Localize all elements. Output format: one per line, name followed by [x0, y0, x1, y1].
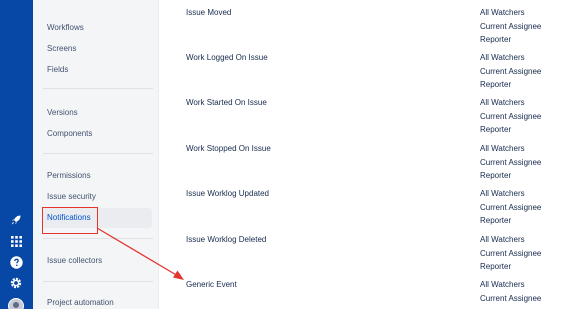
sidebar-item-permissions[interactable]: Permissions — [47, 171, 91, 181]
recipient: Reporter — [480, 80, 512, 90]
sidebar-item-screens[interactable]: Screens — [47, 44, 76, 54]
event-name: Generic Event — [186, 280, 237, 289]
project-sidebar: Workflows Screens Fields Versions Compon… — [33, 0, 159, 309]
recipient: Current Assignee — [480, 293, 542, 303]
sidebar-item-fields[interactable]: Fields — [47, 65, 68, 75]
event-name: Work Stopped On Issue — [186, 144, 271, 153]
event-recipients: All Watchers Current Assignee Reporter — [480, 8, 570, 49]
recipient: Reporter — [480, 35, 512, 45]
event-recipients: All Watchers Current Assignee Reporter — [480, 189, 570, 230]
recipient: Current Assignee — [480, 248, 542, 258]
sidebar-divider — [43, 238, 153, 239]
avatar[interactable] — [8, 298, 24, 309]
global-nav — [0, 0, 33, 309]
sidebar-divider — [43, 88, 153, 89]
event-recipients: All Watchers Current Assignee Reporter — [480, 53, 570, 94]
event-name: Work Started On Issue — [186, 98, 267, 107]
event-recipients: All Watchers Current Assignee — [480, 280, 570, 307]
annotation-highlight-box — [42, 207, 98, 234]
sidebar-item-components[interactable]: Components — [47, 129, 92, 139]
event-recipients: All Watchers Current Assignee Reporter — [480, 144, 570, 185]
recipient: All Watchers — [480, 189, 525, 198]
rocket-icon[interactable] — [9, 213, 23, 227]
event-recipients: All Watchers Current Assignee Reporter — [480, 235, 570, 276]
recipient: Reporter — [480, 216, 512, 226]
sidebar-item-issue-collectors[interactable]: Issue collectors — [47, 256, 102, 266]
event-name: Issue Worklog Deleted — [186, 235, 267, 244]
recipient: All Watchers — [480, 280, 525, 289]
sidebar-divider — [43, 153, 153, 154]
recipient: Current Assignee — [480, 202, 542, 212]
event-recipients: All Watchers Current Assignee Reporter — [480, 98, 570, 139]
recipient: All Watchers — [480, 235, 525, 244]
sidebar-item-workflows[interactable]: Workflows — [47, 23, 84, 33]
settings-icon[interactable] — [9, 276, 23, 290]
sidebar-divider — [43, 281, 153, 282]
help-icon[interactable] — [9, 255, 23, 269]
recipient: All Watchers — [480, 8, 525, 17]
recipient: All Watchers — [480, 98, 525, 107]
recipient: Current Assignee — [480, 21, 542, 31]
sidebar-item-issue-security[interactable]: Issue security — [47, 192, 96, 202]
recipient: All Watchers — [480, 144, 525, 153]
recipient: Current Assignee — [480, 66, 542, 76]
recipient: All Watchers — [480, 53, 525, 62]
notification-scheme-table: Issue Moved All Watchers Current Assigne… — [160, 0, 575, 309]
recipient: Reporter — [480, 125, 512, 135]
recipient: Reporter — [480, 262, 512, 272]
event-name: Issue Worklog Updated — [186, 189, 270, 198]
event-name: Work Logged On Issue — [186, 53, 268, 62]
event-name: Issue Moved — [186, 8, 232, 17]
sidebar-item-project-automation[interactable]: Project automation — [47, 298, 114, 308]
recipient: Current Assignee — [480, 157, 542, 167]
recipient: Reporter — [480, 171, 512, 181]
sidebar-item-versions[interactable]: Versions — [47, 108, 78, 118]
recipient: Current Assignee — [480, 111, 542, 121]
app-switcher-icon[interactable] — [9, 234, 23, 248]
